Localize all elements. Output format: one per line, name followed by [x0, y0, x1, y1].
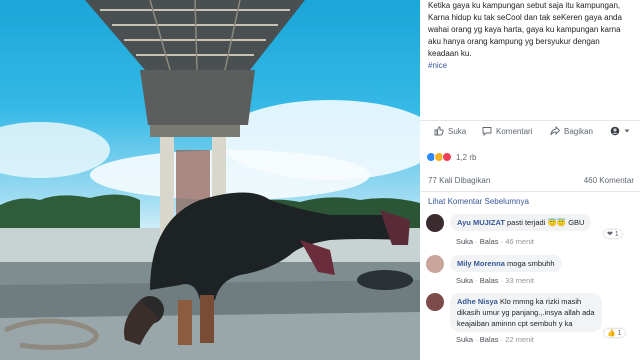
avatar[interactable] [426, 293, 444, 311]
share-count[interactable]: 77 Kali Dibagikan [428, 176, 490, 185]
comment-meta: Suka · Balas · 46 menit [456, 237, 534, 246]
comment-meta: Suka · Balas · 33 menit [456, 276, 534, 285]
post-action-bar: Suka Komentari Bagikan [420, 120, 640, 142]
comment-reply-link[interactable]: Balas [480, 276, 499, 285]
comment-bubble: Adhe Nisya Klo mmng ka rizki masih dikas… [450, 293, 602, 332]
comment-item: Ayu MUJIZAT pasti terjadi 😇😇 GBU ❤ 1 Suk… [426, 214, 638, 248]
chevron-down-icon [624, 129, 630, 133]
like-label: Suka [448, 126, 467, 136]
comment-author[interactable]: Ayu MUJIZAT [457, 218, 505, 227]
hashtag-link[interactable]: #nice [428, 60, 636, 72]
comment-author[interactable]: Mily Morenna [457, 259, 505, 268]
comment-like-link[interactable]: Suka [456, 276, 473, 285]
post-as-selector[interactable] [610, 126, 630, 136]
thumbs-up-icon [434, 126, 444, 136]
profile-globe-icon [610, 126, 620, 136]
view-previous-comments-link[interactable]: Lihat Komentar Sebelumnya [428, 197, 529, 206]
comment-item: Mily Morenna moga smbuhh Suka · Balas · … [426, 255, 638, 289]
caption-line: keadaan ku. [428, 49, 472, 58]
comment-reaction-badge[interactable]: 👍 1 [604, 329, 625, 337]
share-icon [550, 126, 560, 136]
comment-bubble: Mily Morenna moga smbuhh [450, 255, 562, 272]
comment-text: keajaiban aminnn cpt sembuh y ka [457, 319, 573, 328]
comment-like-link[interactable]: Suka [456, 237, 473, 246]
caption-line: aku hanya orang kampung yg bersyukur den… [428, 37, 600, 46]
comment-reply-link[interactable]: Balas [480, 237, 499, 246]
comment-meta: Suka · Balas · 22 menit [456, 335, 534, 344]
post-caption: Ketika gaya ku kampungan sebut saja itu … [428, 0, 636, 72]
comment-label: Komentari [496, 126, 533, 136]
comment-bubble: Ayu MUJIZAT pasti terjadi 😇😇 GBU [450, 214, 592, 231]
comment-time: 33 menit [505, 276, 534, 285]
post-photo[interactable] [0, 0, 420, 360]
share-label: Bagikan [564, 126, 593, 136]
comment-item: Adhe Nisya Klo mmng ka rizki masih dikas… [426, 293, 638, 349]
divider [420, 191, 640, 192]
comment-like-link[interactable]: Suka [456, 335, 473, 344]
photo-illustration [0, 0, 420, 360]
post-details-panel: Ketika gaya ku kampungan sebut saja itu … [420, 0, 640, 360]
comment-button[interactable]: Komentari [482, 126, 532, 136]
avatar[interactable] [426, 214, 444, 232]
like-button[interactable]: Suka [434, 126, 466, 136]
avatar[interactable] [426, 255, 444, 273]
comment-text: Klo mmng ka rizki masih [499, 297, 582, 306]
caption-line: Ketika gaya ku kampungan sebut saja itu … [428, 1, 621, 10]
comment-text: moga smbuhh [507, 259, 555, 268]
reaction-summary[interactable]: 1,2 rb [426, 152, 476, 162]
comment-author[interactable]: Adhe Nisya [457, 297, 498, 306]
comment-text: dikasih umur yg panjang.,.insya allah ad… [457, 308, 595, 317]
comment-text: pasti terjadi 😇😇 GBU [507, 218, 585, 227]
comment-reply-link[interactable]: Balas [480, 335, 499, 344]
comment-reaction-badge[interactable]: ❤ 1 [604, 230, 622, 238]
comment-count[interactable]: 460 Komentar [584, 176, 634, 185]
caption-line: wahai orang yg kaya harta, gaya ku kampu… [428, 25, 621, 34]
comment-icon [482, 127, 492, 136]
share-button[interactable]: Bagikan [550, 126, 593, 136]
comment-time: 22 menit [505, 335, 534, 344]
reaction-count: 1,2 rb [456, 152, 477, 162]
love-reaction-icon [442, 152, 452, 162]
comment-time: 46 menit [505, 237, 534, 246]
caption-line: Karna hidup ku tak seCool dan tak seKere… [428, 13, 622, 22]
